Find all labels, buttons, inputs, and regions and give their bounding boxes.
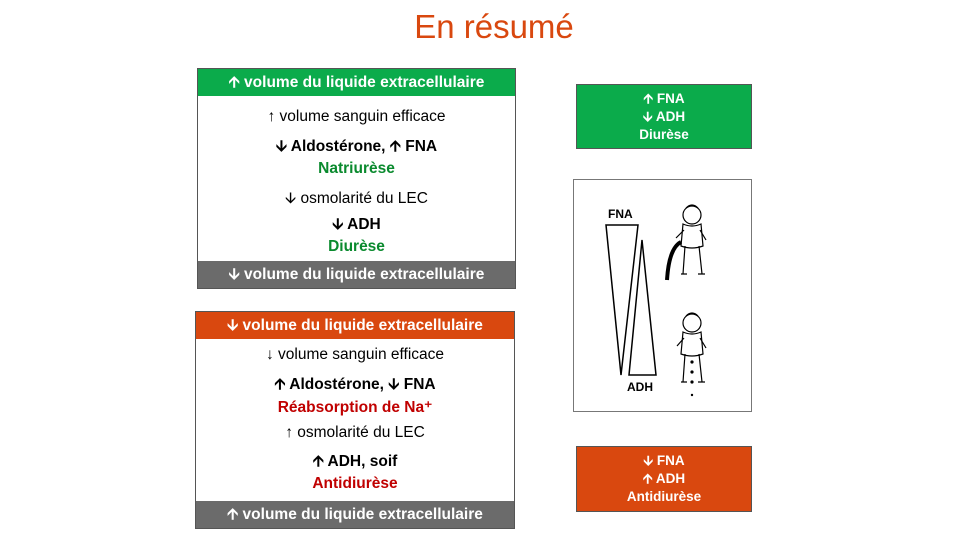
drops-bottom xyxy=(690,360,694,397)
side-top-line-2: 🡫 ADH xyxy=(642,109,686,124)
bottom-box-line-1: ↓ volume sanguin efficace xyxy=(265,346,445,363)
side-bottom-line-1: 🡫 FNA xyxy=(643,453,685,468)
bottom-box-line-6: Antidiurèse xyxy=(312,475,398,492)
stream-top xyxy=(665,240,683,281)
top-box-line-1: ↑ volume sanguin efficace xyxy=(267,108,446,125)
top-box-line-3: Natriurèse xyxy=(318,160,395,177)
top-box-line-6: Diurèse xyxy=(328,238,385,255)
bottom-box-footer: 🡩 volume du liquide extracellulaire xyxy=(196,501,514,528)
top-summary-box: 🡩 volume du liquide extracellulaire ↑ vo… xyxy=(197,68,516,289)
bottom-box-line-4: ↑ osmolarité du LEC xyxy=(285,424,425,441)
page-title: En résumé xyxy=(414,8,574,45)
side-top-line-3: Diurèse xyxy=(639,127,689,142)
fna-adh-triangles-illustration xyxy=(605,204,707,397)
side-bottom-line-3: Antidiurèse xyxy=(626,489,702,504)
illustration-panel: FNA ADH xyxy=(573,179,752,412)
bottom-summary-box: 🡫 volume du liquide extracellulaire ↓ vo… xyxy=(195,311,515,529)
side-top-line-1: 🡩 FNA xyxy=(643,91,685,106)
side-bottom-line-2: 🡩 ADH xyxy=(642,471,686,486)
top-box-line-4: 🡫 osmolarité du LEC xyxy=(285,190,428,207)
bottom-box-header: 🡫 volume du liquide extracellulaire xyxy=(196,312,514,339)
bottom-box-line-5: 🡩 ADH, soif xyxy=(312,453,398,470)
boy-figure-top-icon xyxy=(675,204,707,275)
bottom-box-line-3: Réabsorption de Na⁺ xyxy=(277,399,433,416)
top-box-footer: 🡫 volume du liquide extracellulaire xyxy=(198,261,515,288)
side-box-antidiuresis: 🡫 FNA 🡩 ADH Antidiurèse xyxy=(576,446,752,512)
top-box-header: 🡩 volume du liquide extracellulaire xyxy=(198,69,515,96)
top-box-line-5: 🡫 ADH xyxy=(332,216,381,233)
top-box-line-2: 🡫 Aldostérone, 🡩 FNA xyxy=(275,138,438,155)
bottom-box-line-2: 🡩 Aldostérone, 🡫 FNA xyxy=(274,376,436,393)
side-box-diuresis: 🡩 FNA 🡫 ADH Diurèse xyxy=(576,84,752,149)
